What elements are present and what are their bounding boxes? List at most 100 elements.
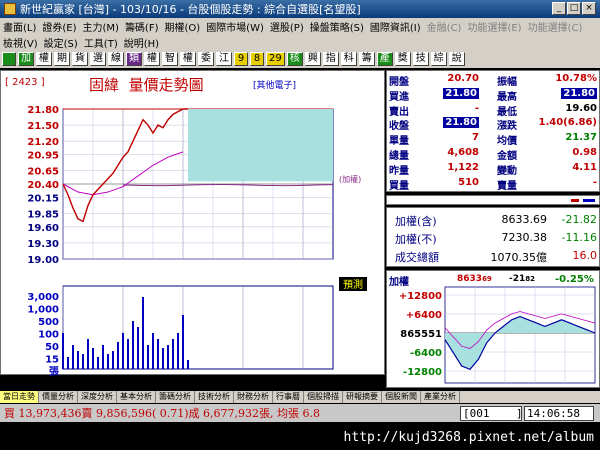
toolbar-button[interactable]: 產 [376, 52, 393, 66]
quote-panel: 開盤 20.70 振幅 10.78% 買進 21.80 最高 21.80 賣出 - 最低 19.60 收… [386, 70, 600, 192]
toolbar-button[interactable]: 獎 [394, 52, 411, 66]
menu-item[interactable]: 國際資訊(I) [367, 19, 424, 34]
quote-value: 19.60 [527, 103, 597, 114]
estimate-button[interactable]: 預測 [339, 277, 367, 291]
minimize-button[interactable]: _ [552, 2, 566, 15]
toolbar-button[interactable]: 委 [198, 52, 214, 66]
quote-value: 21.80 [425, 117, 479, 129]
quote-label: 總量 [389, 151, 409, 162]
price-tick-label: 20.40 [27, 180, 59, 191]
menu-item[interactable]: 設定(S) [41, 35, 81, 50]
quote-label: 單量 [389, 136, 409, 148]
menu-item[interactable]: 主力(M) [80, 19, 122, 34]
close-button[interactable]: × [582, 2, 596, 15]
toolbar-button[interactable]: 權 [180, 52, 196, 66]
stock-code-input[interactable]: [001 ] [460, 405, 523, 421]
toolbar-button[interactable]: 9 [234, 52, 248, 66]
toolbar-button[interactable]: 加 [18, 52, 34, 66]
tab-0[interactable]: 當日走勢 [0, 391, 39, 403]
trade-ticker: 買 13,973,436賣 9,856,596( 0.71)成 6,677,93… [4, 407, 320, 420]
tab-8[interactable]: 個股掃描 [304, 391, 343, 403]
volume-bar [77, 351, 79, 369]
tab-1[interactable]: 價量分析 [39, 391, 78, 403]
toolbar-button[interactable]: 線 [108, 52, 124, 66]
toolbar-button[interactable]: 類 [126, 52, 142, 66]
toolbar-button[interactable]: 指 [322, 52, 339, 66]
quote-value-text: 21.80 [443, 117, 479, 129]
toolbar-button[interactable]: 科 [340, 52, 357, 66]
menu-bar-secondary: 檢視(V) 設定(S) 工具(T) 說明(H) [0, 34, 600, 50]
menu-item[interactable]: 選股(P) [267, 19, 307, 34]
toolbar-button[interactable]: 核 [286, 52, 303, 66]
price-tick-label: 19.30 [27, 239, 59, 250]
tab-11[interactable]: 產業分析 [421, 391, 460, 403]
window-title: 新世紀贏家 [台灣] - 103/10/16 - 台股個股走勢 : 綜合自選股[… [20, 3, 361, 16]
menu-item[interactable]: 檢視(V) [0, 35, 41, 50]
maximize-button[interactable]: □ [567, 2, 581, 15]
volume-bar [102, 345, 104, 369]
menu-item[interactable]: 籌碼(F) [122, 19, 162, 34]
price-volume-chart[interactable]: 21.80 21.50 21.20 20.95 20.65 20.40 20.15 19.85… [1, 71, 386, 376]
tab-10[interactable]: 個股新聞 [382, 391, 421, 403]
quote-label: 最低 [497, 106, 517, 118]
toolbar-button[interactable]: 貨 [72, 52, 88, 66]
menu-item[interactable]: 說明(H) [121, 35, 162, 50]
volume-bar [182, 315, 184, 369]
volume-bar [72, 345, 74, 369]
quote-value-text: 21.80 [561, 87, 597, 99]
toolbar-button[interactable]: 技 [412, 52, 429, 66]
volume-bar [152, 333, 154, 369]
quote-value-text: 7 [472, 132, 479, 144]
menu-item[interactable]: 工具(T) [81, 35, 121, 50]
toolbar-button[interactable]: 說 [448, 52, 465, 66]
toolbar-button[interactable]: 期 [54, 52, 70, 66]
tab-6[interactable]: 財務分析 [234, 391, 273, 403]
menu-item[interactable]: 畫面(L) [0, 19, 39, 34]
quote-value: 10.78% [527, 73, 597, 84]
bid-ask-bar [386, 195, 600, 205]
menu-item[interactable]: 操盤策略(S) [307, 19, 367, 34]
index-value: 7230.38 [501, 231, 548, 244]
app-icon [4, 3, 16, 15]
menu-item[interactable]: 期權(O) [162, 19, 204, 34]
mini-index-chart[interactable]: +12800 +6400 865551 -6400 -12800 [387, 271, 600, 389]
toolbar-button[interactable]: 智 [162, 52, 178, 66]
quote-value: 21.80 [425, 87, 479, 99]
limit-up-band [188, 109, 333, 182]
quote-row: 開盤 20.70 振幅 10.78% [387, 73, 600, 88]
toolbar-button[interactable]: 29 [266, 52, 285, 66]
tab-4[interactable]: 籌碼分析 [156, 391, 195, 403]
toolbar-button[interactable]: 權 [36, 52, 52, 66]
toolbar-button[interactable]: 選 [90, 52, 106, 66]
menu-item[interactable]: 國際市場(W) [203, 19, 267, 34]
toolbar-button[interactable]: 8 [250, 52, 264, 66]
tab-9[interactable]: 研報摘要 [343, 391, 382, 403]
index-value: 8633.69 [501, 213, 548, 226]
menu-item[interactable]: 功能選擇(E) [464, 19, 524, 34]
toolbar-icon[interactable] [2, 52, 16, 66]
quote-value-text: 19.60 [565, 102, 597, 114]
menu-item[interactable]: 證券(E) [39, 19, 79, 34]
toolbar-button[interactable]: 綜 [430, 52, 447, 66]
quote-value: 510 [425, 177, 479, 188]
toolbar-button[interactable]: 江 [216, 52, 232, 66]
tab-3[interactable]: 基本分析 [117, 391, 156, 403]
quote-label: 最高 [497, 91, 517, 103]
toolbar-button[interactable]: 興 [304, 52, 321, 66]
toolbar-button[interactable]: 權 [144, 52, 160, 66]
menu-item[interactable]: 金融(C) [424, 19, 465, 34]
toolbar-button[interactable]: 籌 [358, 52, 375, 66]
volume-bar [67, 357, 69, 369]
mini-tick-label: -12800 [403, 367, 442, 378]
quote-value: 0.98 [527, 147, 597, 158]
quote-label: 買進 [389, 91, 409, 103]
volume-tick-label: 100 [38, 330, 59, 341]
tab-5[interactable]: 技術分析 [195, 391, 234, 403]
menu-item[interactable]: 功能選擇(C) [525, 19, 586, 34]
volume-bar [167, 345, 169, 369]
tab-7[interactable]: 行事曆 [273, 391, 304, 403]
volume-bar [137, 327, 139, 369]
tab-2[interactable]: 深度分析 [78, 391, 117, 403]
volume-bar [142, 297, 144, 369]
quote-value-text: - [474, 102, 479, 114]
